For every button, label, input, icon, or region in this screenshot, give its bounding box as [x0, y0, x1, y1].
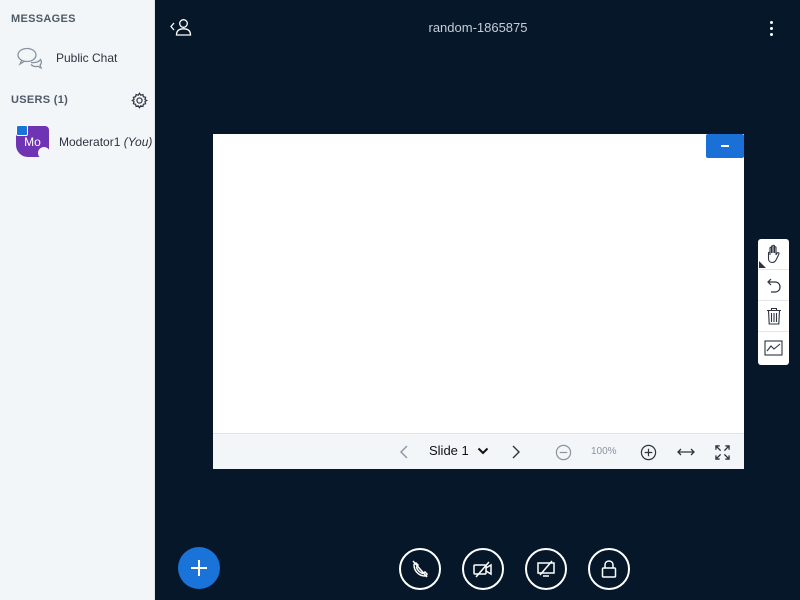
clear-all-button[interactable] — [758, 301, 789, 332]
presenter-icon — [16, 125, 28, 136]
zoom-level: 100% — [591, 446, 617, 457]
messages-heading: MESSAGES — [11, 13, 76, 25]
plus-icon — [191, 560, 207, 576]
kebab-icon[interactable] — [762, 16, 780, 40]
whiteboard-toolbar — [758, 239, 789, 365]
undo-button[interactable] — [758, 270, 789, 301]
lock-icon — [601, 560, 617, 578]
slide-select-label: Slide 1 — [429, 443, 469, 458]
zoom-in-icon[interactable] — [640, 444, 657, 461]
share-webcam-button[interactable] — [462, 548, 504, 590]
prev-slide-icon[interactable] — [399, 444, 409, 460]
meeting-title: random-1865875 — [428, 20, 528, 35]
user-toggle-icon[interactable] — [168, 16, 194, 40]
public-chat-item[interactable]: Public Chat — [0, 40, 155, 76]
screenshare-off-icon — [537, 560, 555, 577]
lock-settings-button[interactable] — [588, 548, 630, 590]
slide-select[interactable]: Slide 1 — [429, 443, 489, 458]
share-screen-button[interactable] — [525, 548, 567, 590]
fit-width-icon[interactable] — [676, 446, 696, 458]
chevron-down-icon — [477, 447, 488, 454]
you-suffix: (You) — [123, 135, 153, 149]
camera-off-icon — [473, 561, 492, 578]
fullscreen-icon[interactable] — [715, 445, 730, 460]
trash-icon — [766, 307, 781, 325]
gear-icon[interactable] — [131, 92, 148, 109]
multi-user-whiteboard-button[interactable] — [758, 332, 789, 363]
phone-off-icon — [412, 560, 428, 578]
presentation-slide[interactable] — [213, 134, 744, 433]
user-list-item[interactable]: Mo Moderator1 (You) — [0, 122, 155, 162]
presentation-toolbar: Slide 1 100% — [213, 433, 744, 469]
tool-corner-indicator-icon — [759, 261, 766, 268]
undo-icon — [766, 278, 781, 293]
actions-add-button[interactable] — [178, 547, 220, 589]
join-audio-button[interactable] — [399, 548, 441, 590]
user-name-text: Moderator1 — [59, 135, 121, 149]
users-heading: USERS (1) — [11, 94, 69, 106]
avatar-initials: Mo — [24, 135, 41, 149]
minimize-presentation-button[interactable] — [706, 134, 744, 158]
user-name: Moderator1 (You) — [59, 135, 152, 149]
public-chat-label: Public Chat — [56, 51, 118, 65]
chat-bubbles-icon — [17, 47, 43, 70]
next-slide-icon[interactable] — [511, 444, 521, 460]
hand-tool-button[interactable] — [758, 239, 789, 270]
hand-tool-icon — [767, 244, 779, 264]
avatar-status-notch — [38, 147, 50, 159]
user-list-panel: MESSAGES Public Chat USERS (1) Mo Modera… — [0, 0, 155, 600]
multi-user-board-icon — [764, 339, 783, 356]
zoom-out-icon[interactable] — [555, 444, 572, 461]
